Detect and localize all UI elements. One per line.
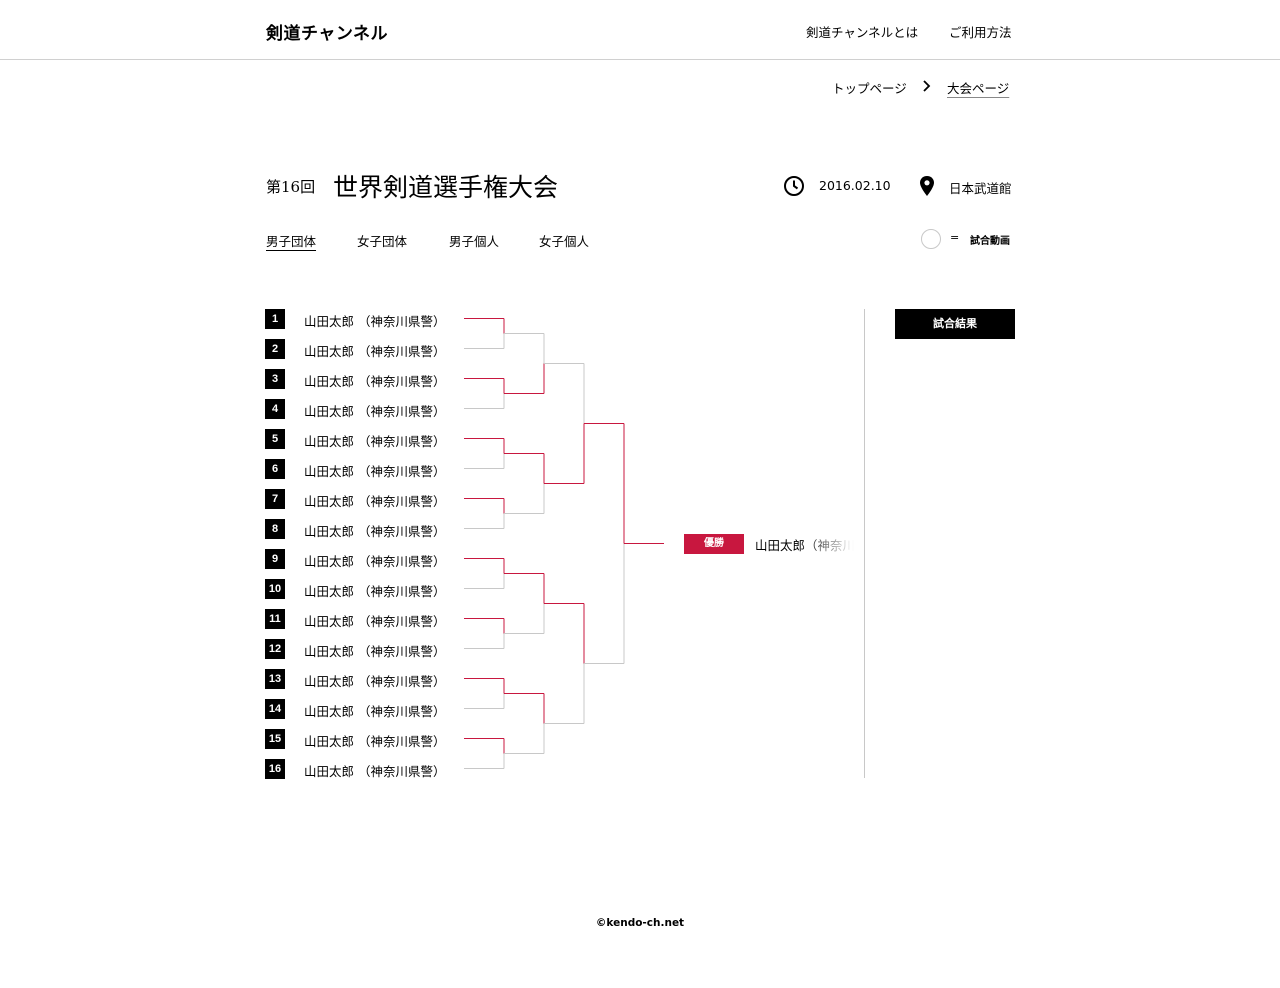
player-entry[interactable]: 山田太郎 （神奈川県警） [304, 461, 445, 480]
tournament-venue: 日本武道館 [949, 181, 1012, 196]
tab-womens-team[interactable]: 女子団体 [357, 231, 407, 250]
seed-number: 7 [265, 489, 285, 509]
site-header: 剣道チャンネル 剣道チャンネルとは ご利用方法 [0, 0, 1280, 60]
breadcrumb-home-link[interactable]: トップページ [832, 78, 907, 97]
tab-mens-individual[interactable]: 男子個人 [449, 231, 499, 250]
player-entry[interactable]: 山田太郎 （神奈川県警） [304, 521, 445, 540]
player-entry[interactable]: 山田太郎 （神奈川県警） [304, 401, 445, 420]
video-marker-icon [921, 229, 941, 249]
player-entry[interactable]: 山田太郎 （神奈川県警） [304, 341, 445, 360]
seed-number: 12 [265, 639, 285, 659]
player-entry[interactable]: 山田太郎 （神奈川県警） [304, 731, 445, 750]
nav-about-link[interactable]: 剣道チャンネルとは [806, 22, 918, 41]
player-entry[interactable]: 山田太郎 （神奈川県警） [304, 491, 445, 510]
player-entry[interactable]: 山田太郎 （神奈川県警） [304, 371, 445, 390]
seed-number: 5 [265, 429, 285, 449]
breadcrumb-current[interactable]: 大会ページ [947, 78, 1009, 97]
legend-equals: = [950, 231, 960, 244]
seed-number: 4 [265, 399, 285, 419]
nav-usage-link[interactable]: ご利用方法 [949, 22, 1012, 41]
seed-number: 11 [265, 609, 285, 629]
player-entry[interactable]: 山田太郎 （神奈川県警） [304, 701, 445, 720]
bracket-divider [864, 309, 865, 778]
player-entry[interactable]: 山田太郎 （神奈川県警） [304, 611, 445, 630]
champion-name-fade [800, 530, 860, 558]
seed-number: 2 [265, 339, 285, 359]
chevron-right-icon [923, 80, 931, 92]
seed-number: 14 [265, 699, 285, 719]
player-entry[interactable]: 山田太郎 （神奈川県警） [304, 641, 445, 660]
tournament-title: 世界剣道選手権大会 [333, 173, 559, 202]
seed-number: 6 [265, 459, 285, 479]
tournament-date: 2016.02.10 [819, 178, 891, 193]
champion-badge: 優勝 [684, 534, 744, 554]
seed-number: 8 [265, 519, 285, 539]
seed-number: 16 [265, 759, 285, 779]
seed-number: 3 [265, 369, 285, 389]
site-logo[interactable]: 剣道チャンネル [266, 19, 388, 44]
tournament-number: 第16回 [266, 178, 316, 196]
match-results-button[interactable]: 試合結果 [895, 309, 1015, 339]
tab-womens-individual[interactable]: 女子個人 [539, 231, 589, 250]
seed-number: 10 [265, 579, 285, 599]
player-entry[interactable]: 山田太郎 （神奈川県警） [304, 311, 445, 330]
seed-number: 9 [265, 549, 285, 569]
player-entry[interactable]: 山田太郎 （神奈川県警） [304, 581, 445, 600]
location-pin-icon [920, 176, 934, 196]
tab-mens-team[interactable]: 男子団体 [266, 231, 316, 250]
seed-number: 15 [265, 729, 285, 749]
clock-icon [784, 176, 804, 196]
player-entry[interactable]: 山田太郎 （神奈川県警） [304, 431, 445, 450]
copyright: ©kendo-ch.net [595, 917, 685, 929]
legend-label: 試合動画 [970, 236, 1010, 247]
player-entry[interactable]: 山田太郎 （神奈川県警） [304, 551, 445, 570]
seed-number: 13 [265, 669, 285, 689]
seed-number: 1 [265, 309, 285, 329]
player-entry[interactable]: 山田太郎 （神奈川県警） [304, 761, 445, 780]
tournament-bracket [464, 318, 664, 769]
player-entry[interactable]: 山田太郎 （神奈川県警） [304, 671, 445, 690]
